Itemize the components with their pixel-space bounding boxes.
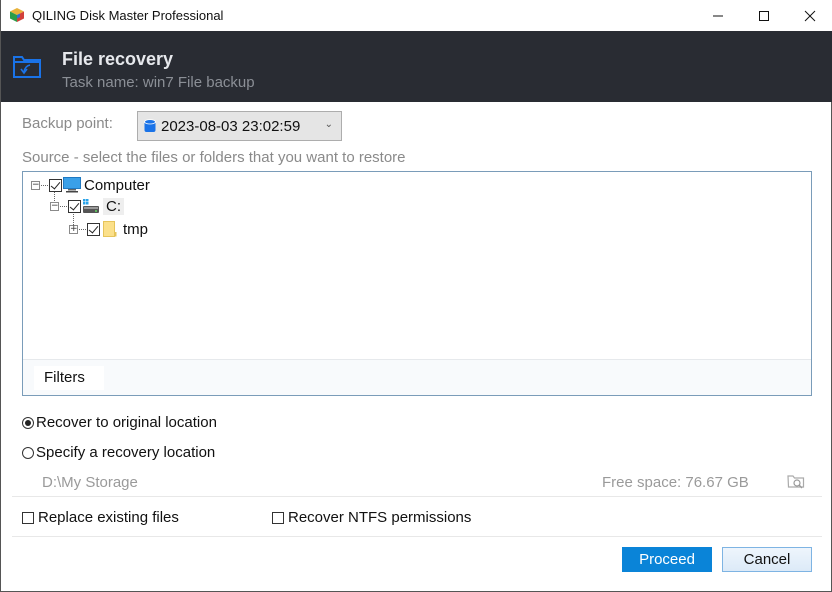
page-title: File recovery <box>62 49 174 69</box>
replace-existing-checkbox[interactable] <box>22 511 34 524</box>
minimize-icon <box>713 15 723 16</box>
app-logo-icon <box>10 8 24 22</box>
tree-checkbox[interactable] <box>49 178 62 192</box>
divider <box>12 496 822 497</box>
recovery-path: D:\My Storage <box>42 474 138 491</box>
title-bar: QILING Disk Master Professional <box>1 0 832 31</box>
task-name: Task name: win7 File backup <box>62 74 255 91</box>
replace-existing-option[interactable]: Replace existing files <box>22 509 179 526</box>
database-icon <box>144 118 156 132</box>
tree-item-label: tmp <box>123 220 149 238</box>
divider <box>12 536 822 537</box>
replace-existing-label: Replace existing files <box>38 509 179 526</box>
close-icon <box>804 10 816 21</box>
ntfs-permissions-checkbox[interactable] <box>272 511 284 524</box>
collapse-icon[interactable]: − <box>50 201 59 211</box>
tree-checkbox[interactable] <box>68 199 81 213</box>
close-button[interactable] <box>787 0 832 31</box>
maximize-button[interactable] <box>741 0 787 31</box>
filters-button[interactable]: Filters <box>34 366 104 390</box>
tree-checkbox[interactable] <box>87 222 100 236</box>
tree-item-label: Computer <box>84 176 150 194</box>
file-recovery-window: QILING Disk Master Professional File rec… <box>0 0 832 592</box>
chevron-down-icon: ⌄ <box>324 119 333 130</box>
minimize-button[interactable] <box>695 0 741 31</box>
page-header: File recovery Task name: win7 File backu… <box>1 31 832 102</box>
folder-icon <box>103 221 117 237</box>
backup-point-label: Backup point: <box>22 115 113 132</box>
cancel-button[interactable]: Cancel <box>722 547 812 572</box>
ntfs-permissions-option[interactable]: Recover NTFS permissions <box>272 509 471 526</box>
filters-bar: Filters <box>23 359 811 395</box>
computer-icon <box>63 177 81 193</box>
tree-item-tmp[interactable]: + tmp <box>69 219 148 239</box>
specify-location-label: Specify a recovery location <box>36 444 216 461</box>
browse-folder-icon[interactable] <box>787 472 805 490</box>
tree-item-label: C: <box>103 197 124 215</box>
folder-recover-icon <box>13 56 41 78</box>
proceed-button[interactable]: Proceed <box>622 547 712 572</box>
backup-point-select[interactable]: 2023-08-03 23:02:59 ⌄ <box>137 111 342 141</box>
source-tree: − Computer − C: + tmp Filters <box>22 171 812 396</box>
tree-item-computer[interactable]: − Computer <box>31 175 150 195</box>
recover-original-label: Recover to original location <box>36 414 217 431</box>
app-title: QILING Disk Master Professional <box>32 8 224 23</box>
free-space: Free space: 76.67 GB <box>602 474 749 491</box>
radio-original[interactable] <box>22 416 34 429</box>
recover-original-option[interactable]: Recover to original location <box>22 414 217 431</box>
expand-icon[interactable]: + <box>69 224 78 234</box>
backup-point-value: 2023-08-03 23:02:59 <box>161 117 301 135</box>
drive-icon <box>83 199 99 213</box>
radio-specify[interactable] <box>22 446 34 459</box>
specify-location-option[interactable]: Specify a recovery location <box>22 444 215 461</box>
source-label: Source - select the files or folders tha… <box>22 149 406 166</box>
collapse-icon[interactable]: − <box>31 180 40 190</box>
tree-item-drive-c[interactable]: − C: <box>50 196 124 216</box>
ntfs-permissions-label: Recover NTFS permissions <box>288 509 472 526</box>
maximize-icon <box>759 10 769 21</box>
